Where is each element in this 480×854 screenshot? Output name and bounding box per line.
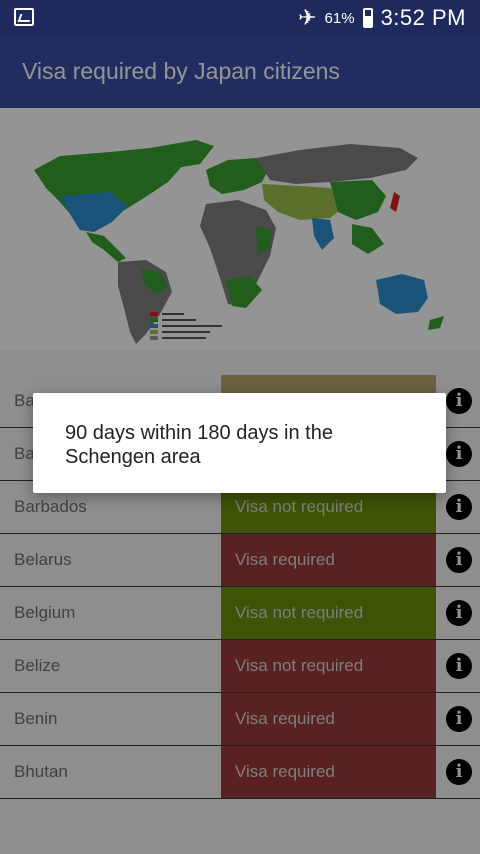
battery-fill [364,16,371,26]
info-dialog: 90 days within 180 days in the Schengen … [33,393,446,493]
gallery-icon [14,8,34,26]
clock: 3:52 PM [380,5,466,30]
battery-icon [362,8,373,28]
status-bar: ✈ 61% 3:52 PM [0,0,480,36]
battery-percent: 61% [324,9,355,27]
dialog-message: 90 days within 180 days in the Schengen … [65,422,333,468]
status-bar-right: ✈ 61% 3:52 PM [298,0,466,36]
airplane-mode-icon: ✈ [298,5,317,30]
